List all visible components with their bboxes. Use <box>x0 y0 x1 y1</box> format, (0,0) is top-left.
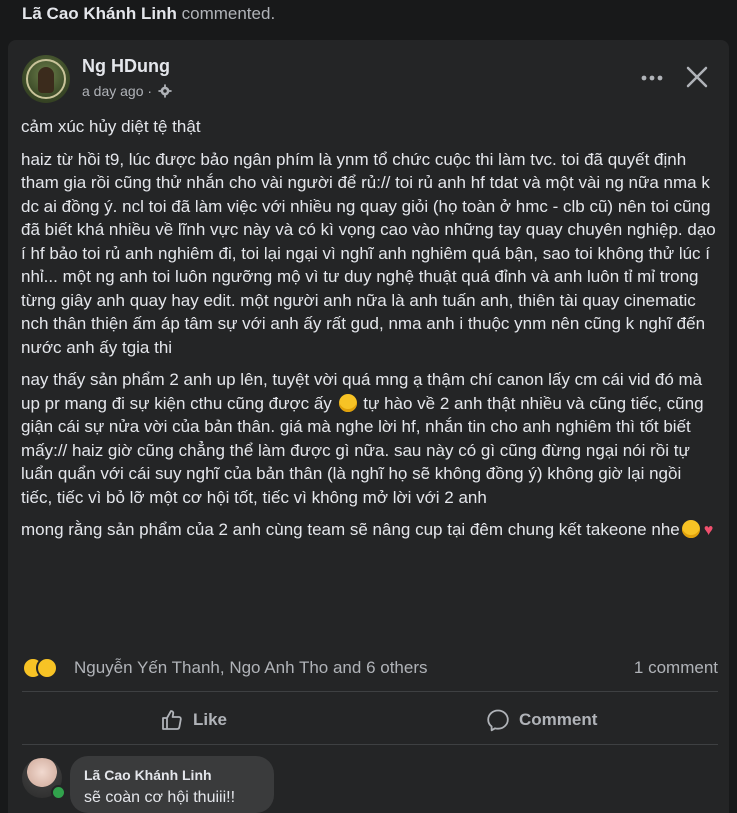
post-content: cảm xúc hủy diệt tệ thật haiz từ hồi t9,… <box>21 115 717 552</box>
like-button[interactable]: Like <box>160 704 227 736</box>
reaction-names[interactable]: Nguyễn Yến Thanh, Ngo Anh Tho and 6 othe… <box>74 658 428 678</box>
post-timestamp[interactable]: a day ago <box>82 83 144 99</box>
notification-bar: Lã Cao Khánh Linh commented. <box>0 0 737 27</box>
author-avatar[interactable] <box>22 55 70 103</box>
care-reaction-icon <box>36 657 58 679</box>
comment-label: Comment <box>519 710 598 729</box>
close-button[interactable] <box>682 62 712 92</box>
post-meta: a day ago · <box>82 83 172 101</box>
post-paragraph-2: haiz từ hồi t9, lúc được bảo ngân phím l… <box>21 149 716 357</box>
close-icon <box>686 66 708 88</box>
avatar-figure <box>38 67 54 93</box>
comment-text: sẽ coàn cơ hội thuiii!! <box>84 789 236 806</box>
comment-author[interactable]: Lã Cao Khánh Linh <box>84 767 212 783</box>
online-status-icon <box>51 785 66 800</box>
comment-bubble-icon <box>487 709 509 732</box>
post-paragraph-4: mong rằng sản phẩm của 2 anh cùng team s… <box>21 518 717 543</box>
reaction-icons[interactable] <box>22 657 58 679</box>
notification-commenter[interactable]: Lã Cao Khánh Linh <box>22 4 177 23</box>
post-author[interactable]: Ng HDung <box>82 56 170 77</box>
comment-button[interactable]: Comment <box>486 704 597 736</box>
post-paragraph-1: cảm xúc hủy diệt tệ thật <box>21 117 201 136</box>
reactions-row: Nguyễn Yến Thanh, Ngo Anh Tho and 6 othe… <box>22 657 718 681</box>
post-paragraph-4-text: mong rằng sản phẩm của 2 anh cùng team s… <box>21 520 680 539</box>
thumbs-up-icon <box>162 710 182 730</box>
more-options-button[interactable] <box>638 64 666 92</box>
like-label: Like <box>193 710 228 729</box>
more-dots-icon <box>641 75 663 81</box>
notification-action: commented. <box>181 4 276 23</box>
comment-count[interactable]: 1 comment <box>634 658 718 678</box>
blushing-emoji-icon <box>681 520 700 538</box>
gear-icon[interactable] <box>158 84 172 101</box>
slightly-smiling-emoji-icon <box>338 393 357 412</box>
divider-bottom <box>22 744 718 745</box>
heart-emoji-icon: ♥ <box>703 522 714 539</box>
divider-top <box>22 691 718 692</box>
post-paragraph-3: nay thấy sản phẩm 2 anh up lên, tuyệt vờ… <box>21 368 717 509</box>
comment-bubble: Lã Cao Khánh Linh sẽ coàn cơ hội thuiii!… <box>70 756 274 813</box>
post-card: Ng HDung a day ago · cảm xúc hủy diệt tệ… <box>8 40 729 813</box>
